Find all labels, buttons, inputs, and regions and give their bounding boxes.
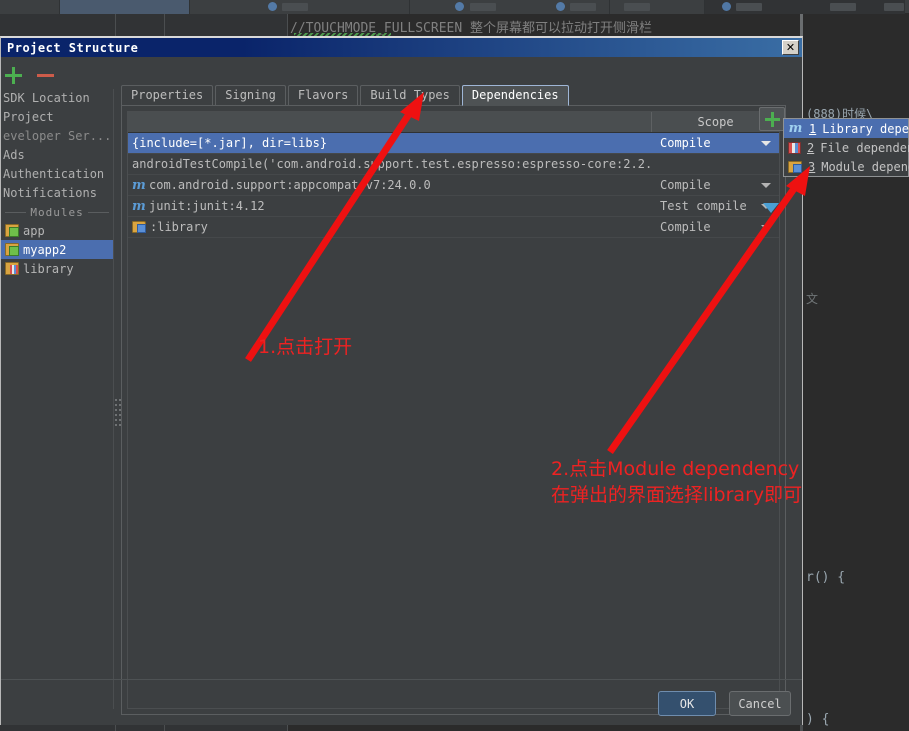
menu-item-library-dependency[interactable]: m 1 Library dependency	[784, 119, 909, 138]
scope-value: Compile	[660, 136, 711, 150]
menu-item-number: 2	[807, 140, 815, 155]
modules-section-header: Modules	[1, 203, 113, 221]
dialog-body: SDK Location Project eveloper Ser... Ads…	[1, 59, 802, 725]
sidebar-module-app[interactable]: app	[1, 221, 113, 240]
module-label: library	[23, 261, 74, 276]
table-row[interactable]: m junit:junit:4.12 Test compile	[128, 196, 779, 217]
dialog-title: Project Structure	[7, 40, 139, 55]
maven-icon: m	[132, 198, 146, 214]
dialog-tabs: Properties Signing Flavors Build Types D…	[121, 84, 681, 106]
dependency-name: junit:junit:4.12	[149, 199, 265, 213]
tab-signing[interactable]: Signing	[215, 85, 286, 106]
dependency-actions	[759, 107, 786, 227]
annotation-step-2: 2.点击Module dependency 在弹出的界面选择library即可	[551, 456, 802, 508]
folder-icon	[132, 221, 146, 233]
menu-item-label: Module dependency	[821, 159, 909, 174]
modules-label: Modules	[30, 205, 84, 219]
module-icon	[5, 224, 19, 237]
add-dependency-button[interactable]	[759, 107, 785, 131]
dialog-footer: OK Cancel	[1, 679, 802, 725]
project-structure-dialog: Project Structure ✕ SDK Location Project…	[0, 36, 803, 725]
menu-item-file-dependency[interactable]: 2 File dependency	[784, 138, 909, 157]
sidebar-item-sdk-location[interactable]: SDK Location	[1, 89, 113, 108]
tab-properties[interactable]: Properties	[121, 85, 214, 106]
table-header: Scope	[128, 112, 779, 133]
arrow-down-icon[interactable]	[763, 203, 779, 213]
module-label: myapp2	[23, 242, 67, 257]
dialog-sidebar: SDK Location Project eveloper Ser... Ads…	[1, 89, 114, 709]
table-row[interactable]: androidTestCompile('com.android.support.…	[128, 154, 779, 175]
menu-item-module-dependency[interactable]: 3 Module dependency	[784, 157, 909, 176]
sidebar-item-developer-services[interactable]: eveloper Ser...	[1, 127, 113, 146]
dependencies-panel: Scope {include=[*.jar], dir=libs} Compil…	[121, 105, 786, 715]
annotation-step-2-line-1: 2.点击Module dependency	[551, 458, 800, 480]
maven-icon: m	[132, 177, 146, 193]
divider-right	[87, 211, 110, 213]
editor-code-right-2: r() {	[806, 570, 846, 585]
dialog-title-bar[interactable]: Project Structure ✕	[1, 38, 802, 57]
plus-icon[interactable]	[5, 67, 22, 84]
library-icon	[5, 262, 19, 275]
minus-icon[interactable]	[37, 74, 54, 77]
menu-item-number: 1	[809, 121, 817, 136]
scope-value: Compile	[660, 220, 711, 234]
dependencies-table: Scope {include=[*.jar], dir=libs} Compil…	[127, 111, 780, 709]
dependency-name: {include=[*.jar], dir=libs}	[132, 136, 328, 150]
dependency-name-cell: m junit:junit:4.12	[128, 199, 652, 214]
menu-item-number: 3	[808, 159, 816, 174]
close-icon[interactable]: ✕	[782, 40, 799, 55]
table-row[interactable]: {include=[*.jar], dir=libs} Compile	[128, 133, 779, 154]
annotation-step-2-line-2: 在弹出的界面选择library即可	[551, 484, 803, 506]
module-icon	[5, 243, 19, 256]
sidebar-item-ads[interactable]: Ads	[1, 146, 113, 165]
sidebar-item-authentication[interactable]: Authentication	[1, 165, 113, 184]
maven-icon: m	[788, 121, 803, 136]
scope-value: Test compile	[660, 199, 747, 213]
tab-build-types[interactable]: Build Types	[360, 85, 460, 106]
dependency-name-cell: m com.android.support:appcompat-v7:24.0.…	[128, 178, 652, 193]
scope-value: Compile	[660, 178, 711, 192]
add-dependency-popup-menu: m 1 Library dependency 2 File dependency…	[783, 118, 909, 177]
editor-code-right-3: ) {	[806, 712, 830, 727]
folder-icon	[788, 160, 802, 173]
table-row[interactable]: :library Compile	[128, 217, 779, 238]
menu-item-label: File dependency	[820, 140, 909, 155]
editor-code-right-4: 文	[806, 292, 819, 306]
annotation-step-1: 1.点击打开	[258, 336, 353, 358]
dependency-name: androidTestCompile('com.android.support.…	[132, 157, 652, 171]
ide-toolbar	[0, 0, 909, 14]
menu-item-label: Library dependency	[822, 121, 909, 136]
books-icon	[788, 141, 801, 154]
tab-dependencies[interactable]: Dependencies	[461, 85, 569, 106]
tab-flavors[interactable]: Flavors	[287, 85, 359, 106]
cancel-button[interactable]: Cancel	[729, 691, 791, 716]
ok-button[interactable]: OK	[658, 691, 716, 716]
table-row[interactable]: m com.android.support:appcompat-v7:24.0.…	[128, 175, 779, 196]
divider-left	[5, 211, 27, 213]
dependency-name: :library	[150, 220, 208, 234]
module-label: app	[23, 223, 45, 238]
dependency-name: com.android.support:appcompat-v7:24.0.0	[149, 178, 431, 192]
sidebar-module-myapp2[interactable]: myapp2	[1, 240, 113, 259]
sidebar-item-notifications[interactable]: Notifications	[1, 184, 113, 203]
dependency-name-cell: :library	[128, 220, 652, 234]
sidebar-item-project[interactable]: Project	[1, 108, 113, 127]
add-remove-toolbar	[1, 63, 114, 89]
table-header-name	[128, 112, 652, 132]
sidebar-module-library[interactable]: library	[1, 259, 113, 278]
